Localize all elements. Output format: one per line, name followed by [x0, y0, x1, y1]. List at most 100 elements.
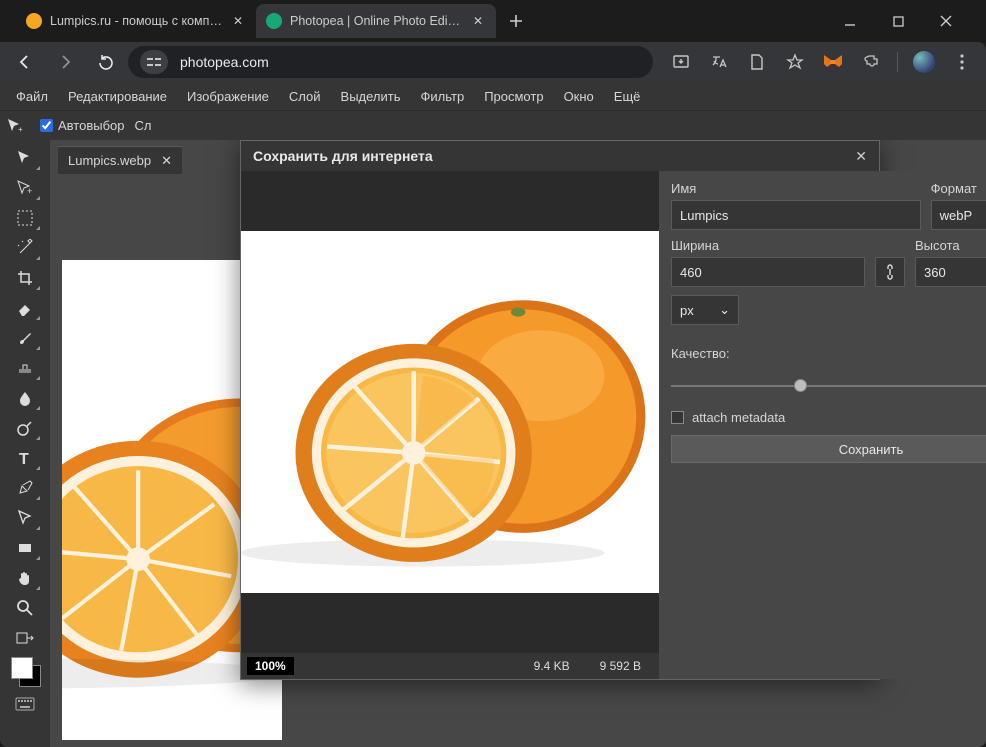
close-icon[interactable]: ✕ — [470, 13, 486, 29]
zoom-level[interactable]: 100% — [247, 657, 294, 675]
rectangle-tool[interactable] — [8, 534, 42, 562]
attach-metadata-checkbox[interactable]: attach metadata — [671, 410, 986, 425]
unit-select[interactable]: px ⌄ — [671, 295, 739, 325]
link-dimensions-button[interactable] — [875, 257, 905, 287]
menu-view[interactable]: Просмотр — [474, 85, 553, 108]
preview-image — [241, 231, 659, 593]
translate-icon[interactable] — [703, 45, 735, 79]
dialog-title: Сохранить для интернета — [253, 148, 433, 164]
address-bar: photopea.com — [0, 42, 986, 82]
chevron-down-icon: ⌄ — [719, 302, 730, 318]
bookmark-icon[interactable] — [779, 45, 811, 79]
favicon-icon — [266, 13, 282, 29]
marquee-tool[interactable] — [8, 204, 42, 232]
save-button[interactable]: Сохранить — [671, 435, 986, 463]
bytes-text: 9 592 B — [600, 659, 641, 673]
brush-tool[interactable] — [8, 324, 42, 352]
filesize-text: 9.4 KB — [534, 659, 570, 673]
save-for-web-dialog: Сохранить для интернета ✕ — [240, 140, 880, 680]
menu-select[interactable]: Выделить — [331, 85, 411, 108]
document-tab-label: Lumpics.webp — [68, 153, 151, 168]
work-area: + T Lumpi — [0, 140, 986, 747]
menu-layer[interactable]: Слой — [279, 85, 331, 108]
zoom-tool[interactable] — [8, 594, 42, 622]
slider-thumb[interactable] — [794, 379, 807, 392]
magic-wand-tool[interactable] — [8, 234, 42, 262]
keyboard-tool[interactable] — [8, 690, 42, 718]
type-tool[interactable]: T — [8, 444, 42, 472]
menu-more[interactable]: Ещё — [604, 85, 651, 108]
site-settings-icon[interactable] — [140, 50, 168, 74]
width-label: Ширина — [671, 238, 865, 253]
minimize-button[interactable] — [836, 7, 864, 35]
move-tool[interactable] — [8, 144, 42, 172]
clone-stamp-tool[interactable] — [8, 354, 42, 382]
svg-text:T: T — [19, 451, 29, 467]
address-field[interactable]: photopea.com — [128, 46, 653, 78]
close-window-button[interactable] — [932, 7, 960, 35]
path-select-tool[interactable] — [8, 504, 42, 532]
maximize-button[interactable] — [884, 7, 912, 35]
back-button[interactable] — [8, 45, 42, 79]
tool-palette: + T — [0, 140, 50, 747]
profile-avatar[interactable] — [908, 45, 940, 79]
menu-filter[interactable]: Фильтр — [411, 85, 475, 108]
quality-slider[interactable] — [671, 376, 986, 396]
canvas-zone: Lumpics.webp ✕ — [50, 140, 986, 747]
menu-edit[interactable]: Редактирование — [58, 85, 177, 108]
url-text: photopea.com — [180, 54, 269, 70]
tab-label: Lumpics.ru - помощь с компью — [50, 14, 222, 28]
hand-tool[interactable] — [8, 564, 42, 592]
optbar-extra: Сл — [135, 118, 152, 133]
menu-window[interactable]: Окно — [554, 85, 604, 108]
format-value: webP — [940, 208, 973, 223]
autoselect-input[interactable] — [40, 119, 53, 132]
name-label: Имя — [671, 181, 921, 196]
name-input[interactable] — [671, 200, 921, 230]
browser-tab-active[interactable]: Photopea | Online Photo Editor ✕ — [256, 4, 496, 38]
autoselect-checkbox[interactable]: Автовыбор — [40, 118, 125, 133]
dialog-settings-pane: Имя Формат webP ⌄ — [659, 171, 986, 679]
extensions-icon[interactable] — [855, 45, 887, 79]
divider — [897, 52, 898, 72]
metamask-extension-icon[interactable] — [817, 45, 849, 79]
tab-label: Photopea | Online Photo Editor — [290, 14, 462, 28]
width-input[interactable] — [671, 257, 865, 287]
document-tab[interactable]: Lumpics.webp ✕ — [58, 146, 182, 174]
app-menu-bar: Файл Редактирование Изображение Слой Выд… — [0, 82, 986, 110]
quality-label: Качество: — [671, 346, 730, 361]
color-swatch[interactable] — [8, 654, 42, 688]
browser-tab[interactable]: Lumpics.ru - помощь с компью ✕ — [16, 4, 256, 38]
preview-area[interactable] — [241, 171, 659, 653]
quick-export-tool[interactable] — [8, 624, 42, 652]
pen-tool[interactable] — [8, 474, 42, 502]
close-icon[interactable]: ✕ — [855, 148, 867, 165]
dialog-body: 100% 9.4 KB 9 592 B Имя — [241, 171, 879, 679]
favicon-icon — [26, 13, 42, 29]
close-icon[interactable]: ✕ — [161, 153, 172, 169]
unit-value: px — [680, 303, 694, 318]
reload-button[interactable] — [88, 45, 122, 79]
close-icon[interactable]: ✕ — [230, 13, 246, 29]
svg-text:+: + — [27, 186, 32, 196]
dialog-titlebar[interactable]: Сохранить для интернета ✕ — [241, 141, 879, 171]
format-select[interactable]: webP ⌄ — [931, 200, 986, 230]
dodge-tool[interactable] — [8, 414, 42, 442]
menu-file[interactable]: Файл — [6, 85, 58, 108]
format-label: Формат — [931, 181, 986, 196]
forward-button[interactable] — [48, 45, 82, 79]
autoselect-label: Автовыбор — [58, 118, 125, 133]
install-app-icon[interactable] — [665, 45, 697, 79]
artboard-tool[interactable]: + — [8, 174, 42, 202]
foreground-color-swatch[interactable] — [11, 657, 33, 679]
blur-tool[interactable] — [8, 384, 42, 412]
checkbox-box[interactable] — [671, 411, 684, 424]
new-tab-button[interactable] — [502, 7, 530, 35]
kebab-menu-icon[interactable] — [946, 45, 978, 79]
crop-tool[interactable] — [8, 264, 42, 292]
height-input[interactable] — [915, 257, 986, 287]
address-actions — [665, 45, 978, 79]
file-icon[interactable] — [741, 45, 773, 79]
menu-image[interactable]: Изображение — [177, 85, 279, 108]
eraser-tool[interactable] — [8, 294, 42, 322]
